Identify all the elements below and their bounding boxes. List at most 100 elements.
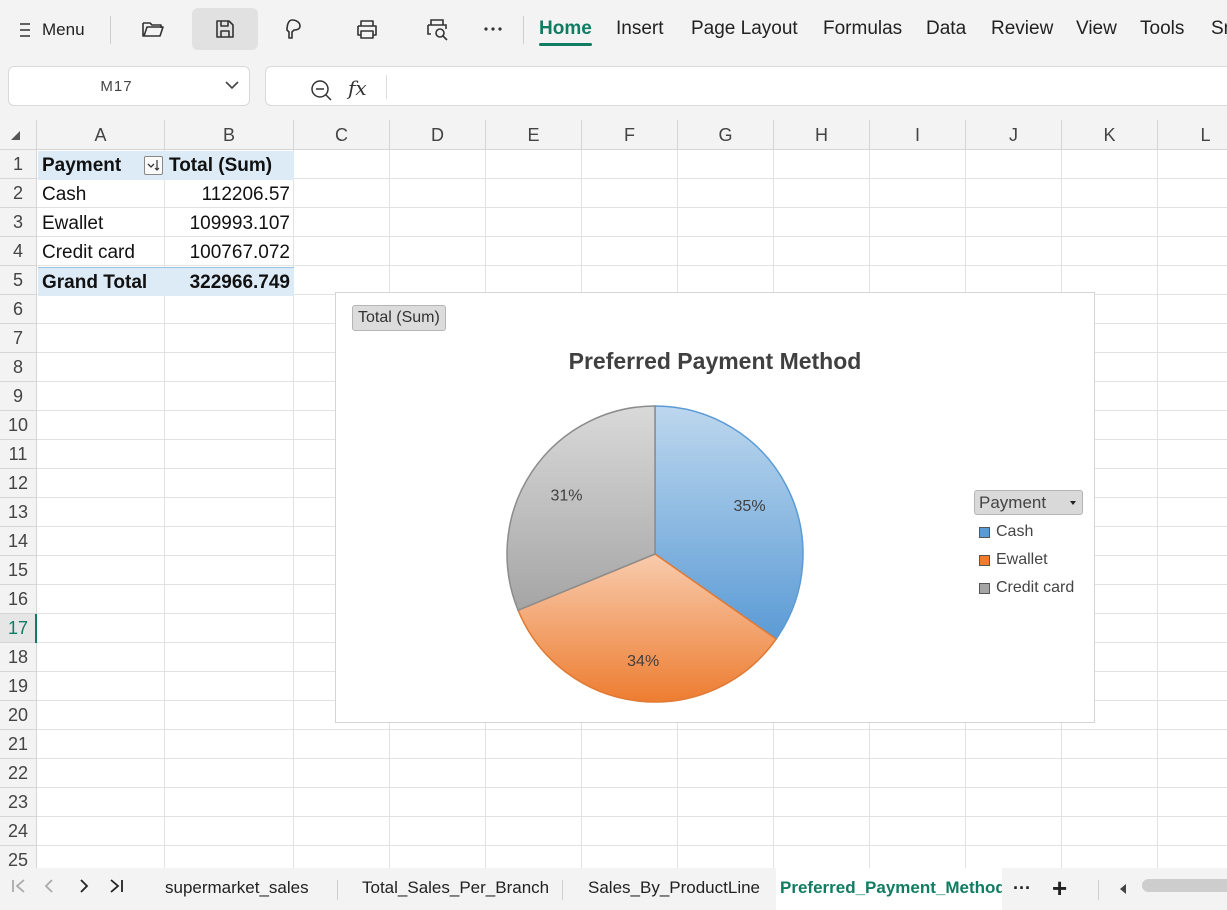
legend-item[interactable]: Cash bbox=[979, 522, 1033, 542]
legend-item[interactable]: Ewallet bbox=[979, 550, 1048, 570]
legend-field-button[interactable]: Payment bbox=[974, 490, 1083, 515]
tab-home[interactable]: Home bbox=[539, 18, 592, 46]
column-header-k[interactable]: K bbox=[1062, 120, 1158, 150]
insert-function-button[interactable]: fx bbox=[348, 76, 367, 100]
legend-label: Ewallet bbox=[996, 551, 1048, 568]
open-button[interactable] bbox=[120, 8, 186, 50]
sheet-tab[interactable]: supermarket_sales bbox=[165, 868, 309, 910]
chevron-down-icon[interactable] bbox=[225, 80, 239, 90]
scroll-left-icon[interactable] bbox=[1118, 883, 1128, 895]
column-header-d[interactable]: D bbox=[390, 120, 486, 150]
row-header-24[interactable]: 24 bbox=[0, 817, 37, 846]
column-header-f[interactable]: F bbox=[582, 120, 678, 150]
row-header-19[interactable]: 19 bbox=[0, 672, 37, 701]
tab-tools[interactable]: Tools bbox=[1140, 18, 1184, 40]
row-header-13[interactable]: 13 bbox=[0, 498, 37, 527]
sheet-tab-divider bbox=[1098, 880, 1099, 900]
row-header-14[interactable]: 14 bbox=[0, 527, 37, 556]
gridline bbox=[1157, 150, 1158, 868]
row-header-12[interactable]: 12 bbox=[0, 469, 37, 498]
pivot-header-total[interactable]: Total (Sum) bbox=[166, 151, 294, 180]
toolbar: Menu Home Insert Page Layout Formulas Da… bbox=[0, 0, 1227, 60]
row-header-15[interactable]: 15 bbox=[0, 556, 37, 585]
sort-filter-icon bbox=[147, 160, 160, 171]
filter-dropdown-button[interactable] bbox=[144, 156, 163, 175]
row-header-7[interactable]: 7 bbox=[0, 324, 37, 353]
pivot-row-label[interactable]: Cash bbox=[38, 180, 166, 209]
menu-button[interactable]: Menu bbox=[18, 0, 85, 60]
row-header-6[interactable]: 6 bbox=[0, 295, 37, 324]
legend-item[interactable]: Credit card bbox=[979, 578, 1074, 598]
gridline bbox=[37, 729, 1227, 730]
name-box[interactable]: M17 bbox=[8, 66, 250, 106]
format-painter-icon bbox=[286, 19, 301, 39]
column-header-b[interactable]: B bbox=[165, 120, 294, 150]
sheet-tab-bar: supermarket_sales Total_Sales_Per_Branch… bbox=[0, 868, 1227, 910]
save-button[interactable] bbox=[192, 8, 258, 50]
tab-page-layout[interactable]: Page Layout bbox=[691, 18, 798, 40]
dropdown-arrow-icon bbox=[1070, 501, 1076, 505]
first-sheet-icon[interactable] bbox=[10, 878, 28, 899]
select-all-icon bbox=[11, 131, 20, 140]
row-header-17[interactable]: 17 bbox=[0, 614, 37, 643]
tab-insert[interactable]: Insert bbox=[616, 18, 664, 40]
select-all-corner[interactable] bbox=[0, 120, 37, 150]
row-header-22[interactable]: 22 bbox=[0, 759, 37, 788]
row-header-25[interactable]: 25 bbox=[0, 846, 37, 868]
column-header-g[interactable]: G bbox=[678, 120, 774, 150]
column-header-e[interactable]: E bbox=[486, 120, 582, 150]
row-header-1[interactable]: 1 bbox=[0, 150, 37, 179]
gridline bbox=[37, 816, 1227, 817]
pivot-grand-total-label[interactable]: Grand Total bbox=[38, 267, 166, 296]
row-header-10[interactable]: 10 bbox=[0, 411, 37, 440]
format-painter-button[interactable] bbox=[262, 8, 328, 50]
spreadsheet-grid[interactable]: ABCDEFGHIJKL 1 2 3 4 5 6 7 8 9 10 11 12 13 14 15 16 17 18… bbox=[0, 120, 1227, 868]
row-header-20[interactable]: 20 bbox=[0, 701, 37, 730]
column-header-a[interactable]: A bbox=[37, 120, 165, 150]
last-sheet-icon[interactable] bbox=[107, 878, 125, 899]
more-sheets-button[interactable]: ··· bbox=[1013, 868, 1031, 910]
column-header-h[interactable]: H bbox=[774, 120, 870, 150]
tab-view[interactable]: View bbox=[1076, 18, 1117, 40]
sheet-tab[interactable]: Total_Sales_Per_Branch bbox=[362, 868, 549, 910]
pivot-row-value[interactable]: 109993.107 bbox=[166, 209, 294, 238]
pivot-row-label[interactable]: Credit card bbox=[38, 238, 166, 267]
legend-swatch bbox=[979, 554, 990, 566]
sheet-tab-active[interactable]: Preferred_Payment_Method bbox=[776, 868, 1002, 910]
pivot-row-value[interactable]: 100767.072 bbox=[166, 238, 294, 267]
row-header-2[interactable]: 2 bbox=[0, 179, 37, 208]
row-header-8[interactable]: 8 bbox=[0, 353, 37, 382]
tab-formulas[interactable]: Formulas bbox=[823, 18, 902, 40]
column-header-c[interactable]: C bbox=[294, 120, 390, 150]
pivot-grand-total-value[interactable]: 322966.749 bbox=[166, 267, 294, 296]
pivot-row-value[interactable]: 112206.57 bbox=[166, 180, 294, 209]
tab-smart[interactable]: Sm bbox=[1211, 18, 1227, 40]
legend-swatch bbox=[979, 526, 990, 538]
row-header-3[interactable]: 3 bbox=[0, 208, 37, 237]
column-header-i[interactable]: I bbox=[870, 120, 966, 150]
pie-chart[interactable]: Total (Sum) Preferred Payment Method 35%… bbox=[335, 292, 1095, 723]
formula-bar[interactable]: fx bbox=[265, 66, 1227, 106]
horizontal-scrollbar[interactable] bbox=[1142, 879, 1227, 892]
column-header-l[interactable]: L bbox=[1158, 120, 1227, 150]
sheet-tab[interactable]: Sales_By_ProductLine bbox=[588, 868, 760, 910]
row-header-11[interactable]: 11 bbox=[0, 440, 37, 469]
tab-review[interactable]: Review bbox=[991, 18, 1053, 40]
row-header-21[interactable]: 21 bbox=[0, 730, 37, 759]
formula-divider bbox=[386, 75, 387, 99]
row-header-23[interactable]: 23 bbox=[0, 788, 37, 817]
next-sheet-icon[interactable] bbox=[77, 878, 91, 899]
more-button[interactable] bbox=[460, 8, 526, 50]
row-header-18[interactable]: 18 bbox=[0, 643, 37, 672]
pivot-row-label[interactable]: Ewallet bbox=[38, 209, 166, 238]
column-header-j[interactable]: J bbox=[966, 120, 1062, 150]
row-header-5[interactable]: 5 bbox=[0, 266, 37, 295]
add-sheet-button[interactable]: + bbox=[1052, 868, 1067, 910]
print-button[interactable] bbox=[334, 8, 400, 50]
tab-data[interactable]: Data bbox=[926, 18, 966, 40]
row-header-16[interactable]: 16 bbox=[0, 585, 37, 614]
zoom-out-icon[interactable] bbox=[310, 79, 332, 101]
previous-sheet-icon[interactable] bbox=[42, 878, 56, 899]
row-header-4[interactable]: 4 bbox=[0, 237, 37, 266]
row-header-9[interactable]: 9 bbox=[0, 382, 37, 411]
